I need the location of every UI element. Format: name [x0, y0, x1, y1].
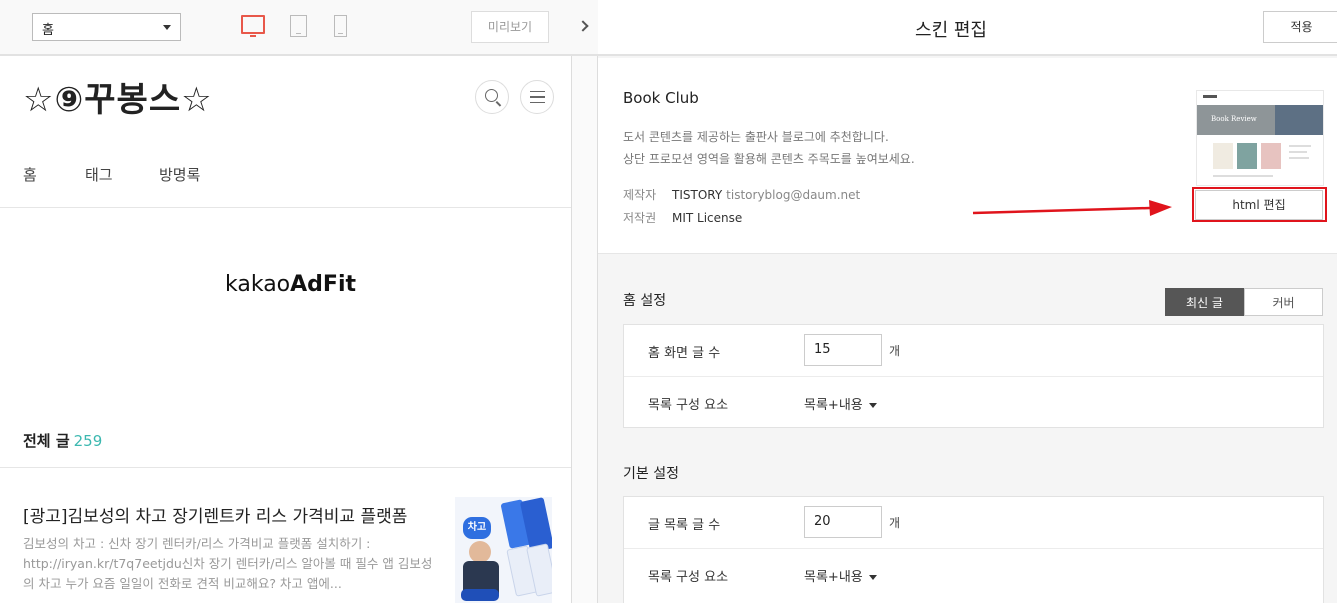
unit-label: 개: [889, 344, 901, 358]
home-post-count-input[interactable]: 15: [804, 334, 882, 366]
list-post-count-label: 글 목록 글 수: [648, 518, 721, 533]
search-button[interactable]: [475, 80, 509, 114]
pane-divider: [571, 0, 598, 603]
post-excerpt: 김보성의 차고 : 신차 장기 렌터카/리스 가격비교 플랫폼 설치하기 : h…: [23, 536, 433, 591]
thumb-text-line: [1289, 151, 1307, 153]
thumb-text-line: [1213, 175, 1273, 177]
tab-cover[interactable]: 커버: [1244, 288, 1323, 316]
author-value: TISTORY: [672, 188, 723, 202]
thumb-hero-book: [1275, 105, 1323, 135]
post-thumbnail[interactable]: 차고: [455, 497, 552, 603]
page-select[interactable]: 홈: [32, 13, 181, 41]
desktop-view-icon[interactable]: [241, 15, 265, 37]
thumb-book: [1261, 143, 1281, 169]
ad-label-prefix: kakao: [225, 272, 291, 297]
ad-label-bold: AdFit: [290, 272, 357, 297]
mobile-view-icon[interactable]: [334, 15, 347, 37]
skin-description-line: 도서 콘텐츠를 제공하는 출판사 블로그에 추천합니다.: [623, 130, 889, 144]
home-post-count-label: 홈 화면 글 수: [648, 346, 721, 361]
home-list-value: 목록+내용: [804, 398, 863, 413]
setting-row: 목록 구성 요소 목록+내용: [624, 548, 1323, 599]
thumb-text-line: [1289, 145, 1311, 147]
blog-title[interactable]: ☆⑨꾸봉스☆: [23, 72, 213, 121]
basic-list-value: 목록+내용: [804, 570, 863, 585]
skin-description-line: 상단 프로모션 영역을 활용해 콘텐츠 주목도를 높여보세요.: [623, 152, 915, 166]
person-graphic: [469, 541, 491, 563]
license-value: MIT License: [672, 211, 743, 225]
collapse-panel-button[interactable]: [571, 0, 598, 56]
total-label: 전체 글: [23, 432, 70, 450]
total-posts: 전체 글 259: [23, 430, 102, 451]
chevron-down-icon: [868, 575, 877, 580]
hamburger-menu-icon: [530, 91, 545, 103]
divider: [0, 467, 571, 468]
post-title[interactable]: [광고]김보성의 차고 장기렌트카 리스 가격비교 플랫폼: [23, 502, 407, 527]
thumb-logo: [1203, 95, 1217, 98]
page-title: 스킨 편집: [915, 20, 987, 41]
chevron-right-icon: [577, 20, 589, 32]
car-graphic: [461, 589, 499, 601]
tablet-view-icon[interactable]: [290, 15, 307, 37]
total-count: 259: [73, 432, 103, 450]
tab-latest-posts[interactable]: 최신 글: [1165, 288, 1244, 316]
ad-banner[interactable]: kakaoAdFit: [225, 272, 356, 297]
highlight-box: [1192, 187, 1327, 222]
page-select-value: 홈: [42, 23, 54, 38]
skin-description: 도서 콘텐츠를 제공하는 출판사 블로그에 추천합니다. 상단 프로모션 영역을…: [623, 126, 915, 170]
preview-toolbar: 홈 미리보기: [0, 0, 571, 56]
chevron-down-icon: [163, 25, 171, 30]
skin-license: 저작권 MIT License: [623, 209, 742, 226]
nav-item-guestbook[interactable]: 방명록: [159, 164, 200, 185]
thumb-book: [1237, 143, 1257, 169]
skin-thumbnail: Book Review: [1196, 90, 1324, 186]
thumb-header: [1197, 91, 1323, 105]
thumb-book: [1213, 143, 1233, 169]
thumb-text-line: [1289, 157, 1309, 159]
unit-label: 개: [889, 516, 901, 530]
skin-author: 제작자 TISTORY tistoryblog@daum.net: [623, 186, 860, 203]
home-mode-tabs: 최신 글 커버: [1165, 288, 1323, 316]
nav-item-tags[interactable]: 태그: [85, 164, 113, 185]
skin-edit-header: 스킨 편집 적용: [598, 0, 1337, 56]
basic-list-label: 목록 구성 요소: [648, 570, 729, 585]
home-settings-title: 홈 설정: [623, 293, 667, 309]
basic-settings-box: 글 목록 글 수 20 개 목록 구성 요소 목록+내용: [623, 496, 1324, 603]
nav-item-home[interactable]: 홈: [23, 164, 37, 185]
list-post-count-input[interactable]: 20: [804, 506, 882, 538]
blog-preview: ☆⑨꾸봉스☆ 홈 태그 방명록 kakaoAdFit 전체 글 259 [광고]김…: [0, 58, 571, 603]
menu-button[interactable]: [520, 80, 554, 114]
thumb-hero-text: Book Review: [1211, 115, 1257, 123]
home-settings-box: 홈 화면 글 수 15 개 목록 구성 요소 목록+내용: [623, 324, 1324, 428]
skin-editor-root: 홈 미리보기 ☆⑨꾸봉스☆ 홈 태그 방명록 kakaoAdFit 전체 글 2…: [0, 0, 1337, 603]
chevron-down-icon: [868, 403, 877, 408]
preview-button[interactable]: 미리보기: [471, 11, 549, 43]
author-email: tistoryblog@daum.net: [726, 188, 861, 202]
preview-pane: 홈 미리보기 ☆⑨꾸봉스☆ 홈 태그 방명록 kakaoAdFit 전체 글 2…: [0, 0, 593, 603]
skin-edit-pane: 스킨 편집 적용 Book Club 도서 콘텐츠를 제공하는 출판사 블로그에…: [598, 0, 1337, 603]
home-list-select[interactable]: 목록+내용: [804, 394, 877, 413]
basic-settings-title: 기본 설정: [623, 466, 679, 482]
license-label: 저작권: [623, 211, 657, 225]
divider: [0, 207, 571, 208]
basic-list-select[interactable]: 목록+내용: [804, 566, 877, 585]
home-list-label: 목록 구성 요소: [648, 398, 729, 413]
setting-row: 홈 화면 글 수 15 개: [624, 325, 1323, 376]
thumb-badge: 차고: [463, 517, 491, 539]
apply-button[interactable]: 적용: [1263, 11, 1337, 43]
setting-row: 목록 구성 요소 목록+내용: [624, 376, 1323, 427]
search-icon: [485, 89, 498, 102]
setting-row: 글 목록 글 수 20 개: [624, 497, 1323, 548]
author-label: 제작자: [623, 188, 657, 202]
skin-name: Book Club: [623, 89, 699, 107]
skin-info-card: Book Club 도서 콘텐츠를 제공하는 출판사 블로그에 추천합니다. 상…: [598, 58, 1337, 254]
